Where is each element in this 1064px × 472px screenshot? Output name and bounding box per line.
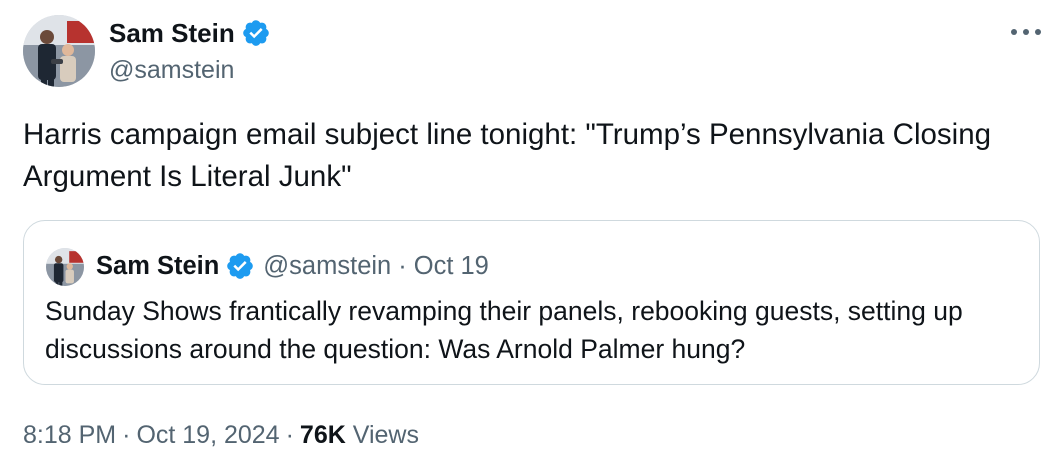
tweet-date[interactable]: Oct 19, 2024 xyxy=(136,421,279,449)
verified-badge-icon[interactable] xyxy=(241,18,271,48)
quoted-tweet-text: Sunday Shows frantically revamping their… xyxy=(45,296,963,364)
author-display-name[interactable]: Sam Stein xyxy=(109,17,235,49)
tweet-card: Sam Stein @samstein Harris campaign emai… xyxy=(0,0,1064,472)
meta-separator: · xyxy=(285,421,294,449)
verified-badge-icon xyxy=(227,253,254,279)
quoted-author-handle[interactable]: @samstein xyxy=(263,252,391,281)
quoted-tweet-header: Sam Stein @samstein · Oct 19 xyxy=(96,249,489,283)
profile-photo-icon xyxy=(46,248,84,286)
quoted-tweet-card[interactable]: Sam Stein @samstein · Oct 19 Sunday Show… xyxy=(23,220,1040,385)
author-name-row: Sam Stein xyxy=(109,17,271,49)
more-options-icon[interactable] xyxy=(1006,22,1046,42)
tweet-meta: 8:18 PM · Oct 19, 2024 · 76K Views xyxy=(23,418,419,452)
profile-photo-icon xyxy=(23,15,95,87)
meta-separator: · xyxy=(122,421,131,449)
quoted-author-avatar[interactable] xyxy=(46,248,84,286)
quoted-separator: · xyxy=(398,251,407,280)
tweet-text: Harris campaign email subject line tonig… xyxy=(23,118,992,193)
author-avatar[interactable] xyxy=(23,15,95,87)
views-label: Views xyxy=(352,421,419,449)
views-count[interactable]: 76K xyxy=(300,421,346,449)
quoted-tweet-date[interactable]: Oct 19 xyxy=(414,252,489,281)
author-handle[interactable]: @samstein xyxy=(109,54,234,86)
tweet-time[interactable]: 8:18 PM xyxy=(23,421,116,449)
quoted-author-display-name[interactable]: Sam Stein xyxy=(96,252,219,281)
